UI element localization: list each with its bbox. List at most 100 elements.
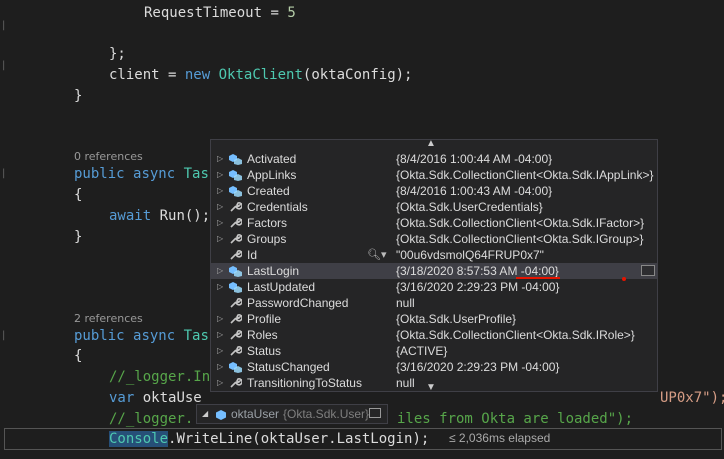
wrench-icon bbox=[229, 249, 243, 261]
expand-arrow-icon[interactable]: ▷ bbox=[217, 231, 225, 247]
type-name: Tas bbox=[183, 328, 209, 344]
datatip-row-applinks[interactable]: ▷ AppLinks {Okta.Sdk.CollectionClient<Okta… bbox=[211, 167, 657, 183]
member-name: Groups bbox=[247, 232, 287, 246]
codelens-references[interactable]: 2 references bbox=[74, 312, 143, 325]
property-icon bbox=[229, 185, 242, 197]
datatip-row-groups[interactable]: ▷ Groups {Okta.Sdk.CollectionClient<Okta.S… bbox=[211, 231, 657, 247]
member-value[interactable]: {3/16/2020 2:29:23 PM -04:00} bbox=[396, 279, 559, 295]
wrench-icon bbox=[229, 313, 243, 325]
member-name: Credentials bbox=[247, 200, 308, 214]
property-icon bbox=[229, 153, 242, 165]
type-name: OktaClient bbox=[218, 67, 303, 83]
keyword: await bbox=[109, 208, 152, 224]
code-line-open-brace: { bbox=[74, 187, 83, 203]
code-string-tail: UP0x7"); bbox=[660, 390, 724, 406]
property-icon bbox=[229, 169, 242, 181]
keyword: public bbox=[74, 328, 125, 344]
wrench-icon bbox=[229, 233, 243, 245]
keyword: var bbox=[109, 390, 135, 406]
number-literal: 5 bbox=[287, 5, 296, 21]
member-name: LastLogin bbox=[247, 264, 300, 278]
member-name: AppLinks bbox=[247, 168, 297, 182]
member-name: Status bbox=[247, 344, 282, 358]
visualizer-magnifier-icon[interactable]: 🔍︎▾ bbox=[367, 247, 387, 263]
datatip-row-statuschanged[interactable]: ▷ StatusChanged {3/16/2020 2:29:23 PM -04:… bbox=[211, 359, 657, 375]
codelens-references[interactable]: 0 references bbox=[74, 150, 143, 163]
member-name: Id bbox=[247, 248, 258, 262]
code-line-await-run: await Run(); bbox=[109, 206, 210, 227]
keyword: async bbox=[133, 328, 176, 344]
member-name: LastUpdated bbox=[247, 280, 316, 294]
datatip-row-activated[interactable]: ▷ Activated {8/4/2016 1:00:44 AM -04:00} bbox=[211, 151, 657, 167]
pin-icon[interactable] bbox=[369, 408, 381, 418]
datatip-members-panel[interactable]: ▲ ▷ Activated {8/4/2016 1:00:44 AM -04:00}… bbox=[210, 138, 658, 393]
property-name: RequestTimeout bbox=[144, 5, 263, 21]
datatip-row-status[interactable]: ▷ Status {ACTIVE} bbox=[211, 343, 657, 359]
code-line-close-initializer: }; bbox=[109, 46, 126, 62]
code-line-comment-logger-2: //_logger. bbox=[109, 411, 194, 427]
datatip-name: oktaUser bbox=[231, 407, 280, 421]
expand-arrow-icon[interactable]: ▷ bbox=[217, 167, 225, 183]
member-name: StatusChanged bbox=[247, 360, 330, 374]
member-value[interactable]: {Okta.Sdk.UserProfile} bbox=[396, 311, 516, 327]
wrench-icon bbox=[229, 297, 243, 309]
property-icon bbox=[229, 281, 242, 293]
member-value[interactable]: "00u6vdsmolQ64FRUP0x7" bbox=[396, 247, 544, 263]
datatip-row-id[interactable]: Id 🔍︎▾ "00u6vdsmolQ64FRUP0x7" bbox=[211, 247, 657, 263]
property-icon bbox=[229, 361, 242, 373]
expand-arrow-icon[interactable]: ▷ bbox=[217, 151, 225, 167]
member-value[interactable]: {Okta.Sdk.CollectionClient<Okta.Sdk.IGro… bbox=[396, 231, 643, 247]
code-line-comment-logger: //_logger.In bbox=[109, 369, 211, 385]
expand-arrow-icon[interactable]: ▷ bbox=[217, 311, 225, 327]
keyword: public bbox=[74, 166, 125, 182]
datatip-row-factors[interactable]: ▷ Factors {Okta.Sdk.CollectionClient<Okta.… bbox=[211, 215, 657, 231]
member-value[interactable]: {Okta.Sdk.CollectionClient<Okta.Sdk.IFac… bbox=[396, 215, 644, 231]
gutter-marker: | bbox=[2, 168, 6, 179]
pin-icon[interactable] bbox=[641, 265, 655, 276]
datatip-row-roles[interactable]: ▷ Roles {Okta.Sdk.CollectionClient<Okta.Sd… bbox=[211, 327, 657, 343]
red-annotation-dot bbox=[622, 277, 626, 281]
keyword: new bbox=[184, 67, 211, 83]
member-name: TransitioningToStatus bbox=[247, 376, 362, 390]
member-value[interactable]: {3/16/2020 2:29:23 PM -04:00} bbox=[396, 359, 559, 375]
expand-arrow-icon[interactable]: ▷ bbox=[217, 199, 225, 215]
member-value[interactable]: {Okta.Sdk.CollectionClient<Okta.Sdk.IRol… bbox=[396, 327, 635, 343]
wrench-icon bbox=[229, 201, 243, 213]
datatip-row-passwordchanged[interactable]: PasswordChanged null bbox=[211, 295, 657, 311]
code-line-open-brace: { bbox=[74, 348, 83, 364]
member-value[interactable]: {8/4/2016 1:00:44 AM -04:00} bbox=[396, 151, 552, 167]
type-name[interactable]: Console bbox=[109, 431, 169, 447]
scroll-down-icon[interactable]: ▼ bbox=[426, 382, 436, 393]
expand-arrow-icon[interactable]: ▷ bbox=[217, 359, 225, 375]
member-name: Activated bbox=[247, 152, 297, 166]
operator: = bbox=[159, 67, 185, 83]
perftip-elapsed[interactable]: ≤ 2,036ms elapsed bbox=[449, 431, 550, 445]
expand-arrow-icon[interactable]: ▷ bbox=[217, 279, 225, 295]
collapse-triangle-icon[interactable]: ◢ bbox=[202, 405, 208, 423]
datatip-row-lastupdated[interactable]: ▷ LastUpdated {3/16/2020 2:29:23 PM -04:00… bbox=[211, 279, 657, 295]
expand-arrow-icon[interactable]: ▷ bbox=[217, 183, 225, 199]
datatip-row-profile[interactable]: ▷ Profile {Okta.Sdk.UserProfile} bbox=[211, 311, 657, 327]
expand-arrow-icon[interactable]: ▷ bbox=[217, 263, 225, 279]
expand-arrow-icon[interactable]: ▷ bbox=[217, 375, 225, 391]
expand-arrow-icon[interactable]: ▷ bbox=[217, 327, 225, 343]
expand-arrow-icon[interactable]: ▷ bbox=[217, 343, 225, 359]
member-value[interactable]: {Okta.Sdk.UserCredentials} bbox=[396, 199, 543, 215]
datatip-row-credentials[interactable]: ▷ Credentials {Okta.Sdk.UserCredentials} bbox=[211, 199, 657, 215]
wrench-icon bbox=[229, 217, 243, 229]
code-line-console-writeline: Console.WriteLine(oktaUser.LastLogin); bbox=[109, 429, 429, 450]
datatip-row-created[interactable]: ▷ Created {8/4/2016 1:00:43 AM -04:00} bbox=[211, 183, 657, 199]
member-value[interactable]: {Okta.Sdk.CollectionClient<Okta.Sdk.IApp… bbox=[396, 167, 653, 183]
member-value[interactable]: null bbox=[396, 375, 415, 391]
arguments: (oktaConfig); bbox=[302, 67, 413, 83]
member-value[interactable]: null bbox=[396, 295, 415, 311]
member-value[interactable]: {8/4/2016 1:00:43 AM -04:00} bbox=[396, 183, 552, 199]
datatip-root[interactable]: ◢ oktaUser {Okta.Sdk.User} bbox=[196, 404, 388, 424]
expand-arrow-icon[interactable]: ▷ bbox=[217, 215, 225, 231]
member-value[interactable]: {ACTIVE} bbox=[396, 343, 447, 359]
wrench-icon bbox=[229, 345, 243, 357]
code-line-client-assign: client = new OktaClient(oktaConfig); bbox=[109, 65, 412, 86]
datatip-row-lastlogin[interactable]: ▷ LastLogin {3/18/2020 8:57:53 AM -04:00} bbox=[211, 263, 657, 279]
scroll-up-icon[interactable]: ▲ bbox=[426, 138, 436, 149]
object-icon bbox=[215, 408, 227, 426]
